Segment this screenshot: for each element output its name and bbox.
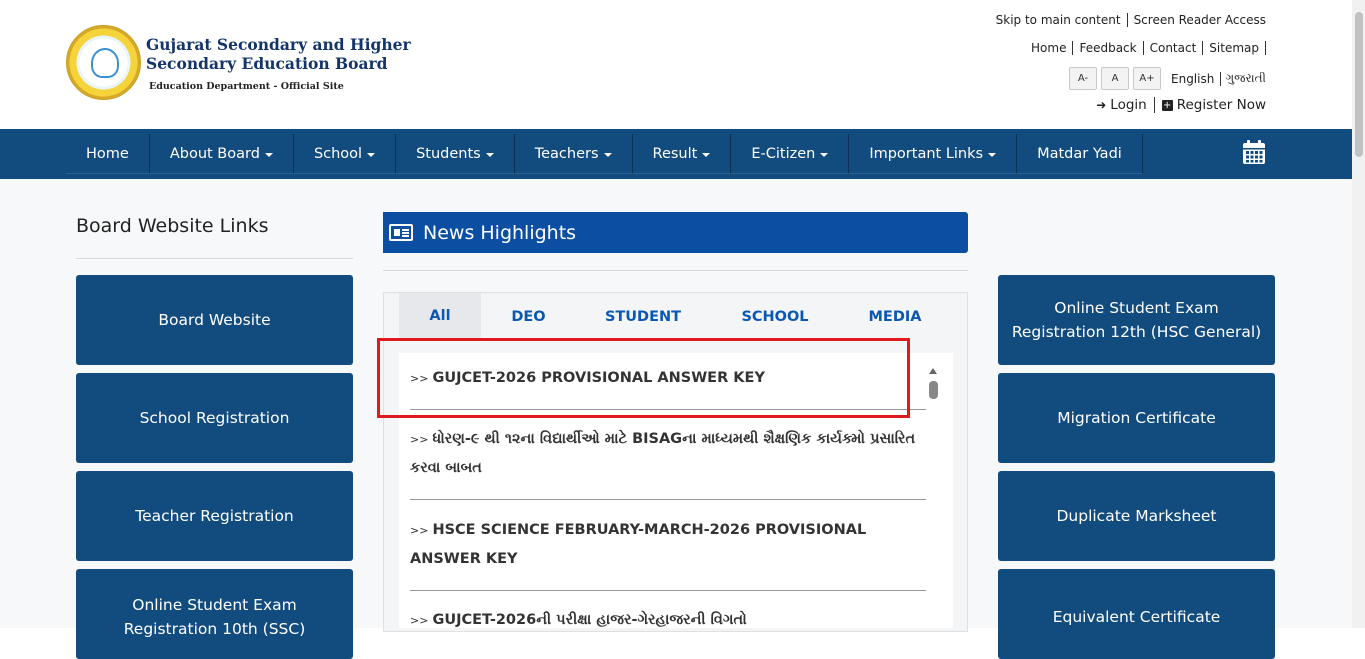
language-english-link[interactable]: English [1165, 71, 1222, 86]
calendar-icon[interactable] [1242, 140, 1266, 165]
caret-down-icon [820, 152, 829, 157]
tile-online-exam-registration-10th[interactable]: Online Student Exam Registration 10th (S… [76, 569, 353, 659]
nav-important-links-label: Important Links [869, 145, 984, 162]
tile-board-website[interactable]: Board Website [76, 275, 353, 365]
caret-down-icon [264, 152, 273, 157]
nav-e-citizen-label: E-Citizen [751, 145, 816, 162]
tile-online-exam-registration-12th[interactable]: Online Student Exam Registration 12th (H… [998, 275, 1275, 365]
nav-school[interactable]: School [293, 134, 397, 174]
news-item-text: ધોરણ-૯ થી ૧૨ના વિદ્યાર્થીઓ માટે BISAGના … [410, 431, 916, 476]
login-link[interactable]: ➜ Login [1089, 97, 1155, 113]
sign-in-icon: ➜ [1096, 98, 1107, 112]
screen-reader-link[interactable]: Screen Reader Access [1128, 13, 1266, 27]
skip-to-main-link[interactable]: Skip to main content [990, 13, 1128, 27]
language-gujarati-link[interactable]: ગુજરાતી [1221, 71, 1266, 86]
tab-student[interactable]: STUDENT [576, 293, 710, 341]
home-link[interactable]: Home [1025, 41, 1074, 55]
caret-down-icon [485, 152, 494, 157]
page-scrollbar-thumb[interactable] [1355, 12, 1363, 157]
register-link[interactable]: + Register Now [1155, 97, 1266, 113]
divider [410, 499, 926, 500]
site-title-line2: Secondary Education Board [146, 54, 388, 73]
caret-down-icon [702, 152, 711, 157]
plus-square-icon: + [1161, 99, 1173, 111]
news-highlights-title: News Highlights [423, 221, 577, 244]
scroll-up-arrow-icon[interactable] [929, 368, 937, 374]
news-item-text: HSCE SCIENCE FEBRUARY-MARCH-2026 PROVISI… [410, 522, 867, 567]
site-title-line1: Gujarat Secondary and Higher [146, 35, 411, 54]
site-header: Gujarat Secondary and Higher Secondary E… [0, 0, 1365, 129]
nav-teachers-label: Teachers [534, 145, 599, 162]
highlight-annotation [377, 338, 910, 418]
font-language-controls: A- A A+ English ગુજરાતી [1065, 67, 1266, 90]
tile-school-registration[interactable]: School Registration [76, 373, 353, 463]
nav-students-label: Students [416, 145, 481, 162]
tile-duplicate-marksheet[interactable]: Duplicate Marksheet [998, 471, 1275, 561]
main-navigation: Home About Board School Students Teacher… [0, 129, 1352, 179]
news-item-text: GUJCET-2026ની પરીક્ષા હાજર-ગેરહાજરની વિગ… [432, 612, 747, 628]
tab-media[interactable]: MEDIA [840, 293, 950, 341]
register-label: Register Now [1176, 97, 1266, 113]
divider [76, 258, 353, 259]
nav-school-label: School [313, 145, 363, 162]
news-prefix: >> [410, 524, 429, 537]
news-prefix: >> [410, 614, 429, 627]
tile-teacher-registration[interactable]: Teacher Registration [76, 471, 353, 561]
board-logo-icon[interactable] [66, 25, 141, 100]
nav-about-board-label: About Board [169, 145, 260, 162]
news-scrollbar-thumb[interactable] [929, 381, 938, 399]
caret-down-icon [367, 152, 376, 157]
login-label: Login [1110, 97, 1147, 113]
site-subtitle: Education Department - Official Site [149, 81, 344, 92]
nav-e-citizen[interactable]: E-Citizen [731, 134, 850, 174]
account-links: ➜ Login + Register Now [1089, 97, 1266, 113]
nav-result-label: Result [652, 145, 698, 162]
caret-down-icon [603, 152, 612, 157]
font-decrease-button[interactable]: A- [1069, 67, 1097, 90]
contact-link[interactable]: Contact [1144, 41, 1204, 55]
tab-deo[interactable]: DEO [481, 293, 576, 341]
font-normal-button[interactable]: A [1101, 67, 1129, 90]
tab-all[interactable]: All [399, 293, 481, 341]
news-highlights-header: News Highlights [383, 212, 968, 253]
divider [383, 270, 968, 271]
news-prefix: >> [410, 433, 429, 446]
news-item[interactable]: >> ધોરણ-૯ થી ૧૨ના વિદ્યાર્થીઓ માટે BISAGન… [410, 425, 926, 482]
site-title[interactable]: Gujarat Secondary and Higher Secondary E… [146, 35, 411, 73]
nav-teachers[interactable]: Teachers [514, 134, 633, 174]
nav-students[interactable]: Students [396, 134, 515, 174]
accessibility-links: Skip to main content Screen Reader Acces… [990, 12, 1266, 28]
newspaper-icon [389, 224, 413, 241]
news-tabs: All DEO STUDENT SCHOOL MEDIA [399, 293, 950, 341]
nav-about-board[interactable]: About Board [149, 134, 294, 174]
font-increase-button[interactable]: A+ [1133, 67, 1161, 90]
tile-migration-certificate[interactable]: Migration Certificate [998, 373, 1275, 463]
news-item[interactable]: >> HSCE SCIENCE FEBRUARY-MARCH-2026 PROVI… [410, 516, 926, 573]
divider [410, 590, 926, 591]
nav-result[interactable]: Result [632, 134, 732, 174]
utility-links: Home Feedback Contact Sitemap [1025, 41, 1266, 55]
nav-matdar-yadi-label: Matdar Yadi [1037, 145, 1122, 162]
nav-important-links[interactable]: Important Links [849, 134, 1018, 174]
board-links-title: Board Website Links [76, 215, 269, 237]
caret-down-icon [988, 152, 997, 157]
tab-school[interactable]: SCHOOL [710, 293, 840, 341]
news-item[interactable]: >> GUJCET-2026ની પરીક્ષા હાજર-ગેરહાજરની વ… [410, 606, 926, 635]
nav-home[interactable]: Home [66, 134, 150, 174]
sitemap-link[interactable]: Sitemap [1203, 41, 1266, 55]
nav-matdar-yadi[interactable]: Matdar Yadi [1017, 134, 1143, 174]
tile-equivalent-certificate[interactable]: Equivalent Certificate [998, 569, 1275, 659]
feedback-link[interactable]: Feedback [1073, 41, 1144, 55]
nav-home-label: Home [86, 145, 129, 162]
